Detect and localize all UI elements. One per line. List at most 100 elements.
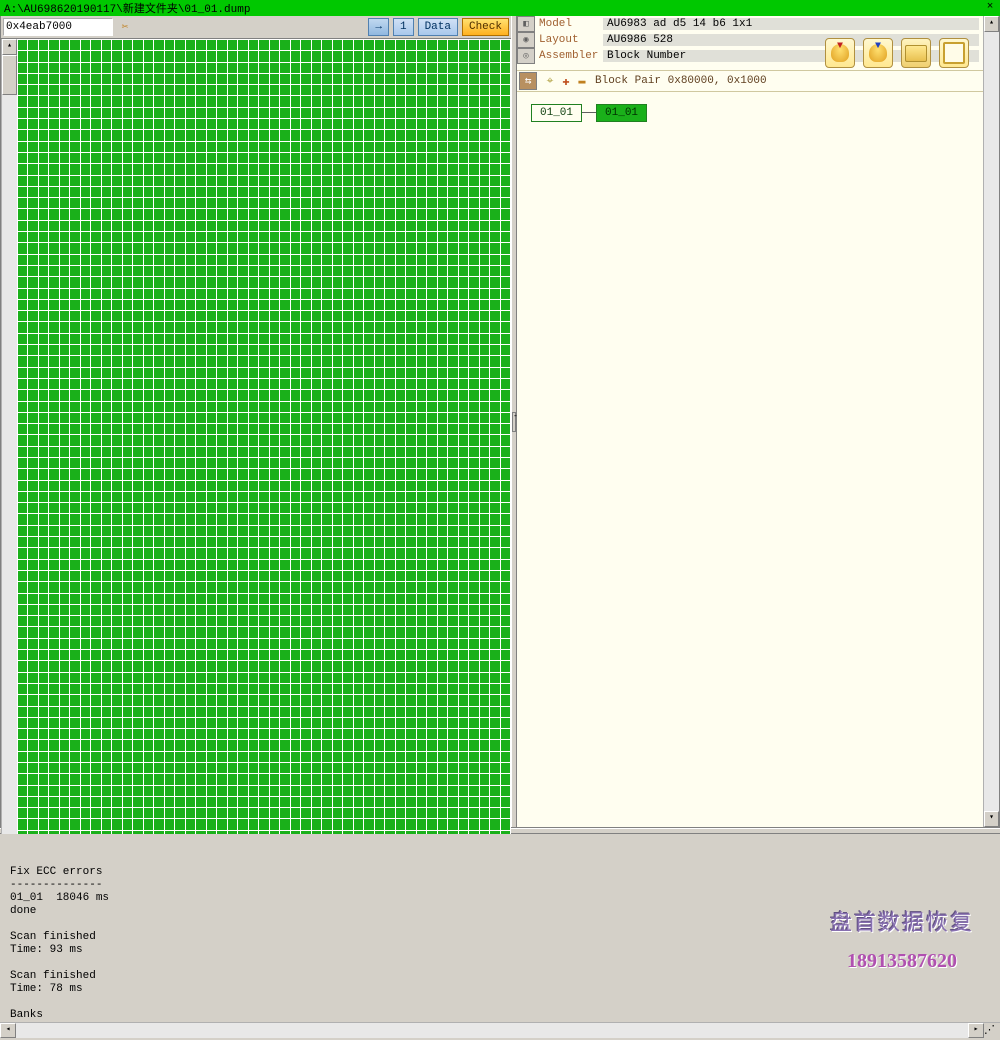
block-cell[interactable]: [291, 96, 300, 106]
block-cell[interactable]: [396, 390, 405, 400]
block-cell[interactable]: [39, 379, 48, 389]
block-cell[interactable]: [49, 514, 59, 524]
block-cell[interactable]: [396, 548, 405, 558]
block-cell[interactable]: [438, 819, 448, 829]
block-cell[interactable]: [249, 164, 258, 174]
block-cell[interactable]: [175, 469, 185, 479]
block-cell[interactable]: [438, 277, 448, 287]
block-cell[interactable]: [427, 537, 436, 547]
block-cell[interactable]: [270, 582, 279, 592]
block-cell[interactable]: [28, 605, 37, 615]
block-cell[interactable]: [18, 40, 27, 50]
block-cell[interactable]: [28, 481, 37, 491]
block-cell[interactable]: [102, 594, 111, 604]
block-cell[interactable]: [133, 255, 142, 265]
block-cell[interactable]: [354, 605, 363, 615]
block-cell[interactable]: [375, 108, 385, 118]
block-cell[interactable]: [133, 503, 142, 513]
block-cell[interactable]: [427, 277, 436, 287]
block-cell[interactable]: [60, 356, 69, 366]
block-cell[interactable]: [49, 650, 59, 660]
block-cell[interactable]: [91, 729, 100, 739]
block-cell[interactable]: [228, 808, 237, 818]
block-cell[interactable]: [49, 40, 59, 50]
block-cell[interactable]: [469, 153, 479, 163]
block-cell[interactable]: [133, 198, 142, 208]
block-cell[interactable]: [249, 390, 258, 400]
block-cell[interactable]: [112, 402, 122, 412]
block-cell[interactable]: [375, 786, 385, 796]
block-cell[interactable]: [144, 774, 154, 784]
block-cell[interactable]: [501, 322, 511, 332]
block-cell[interactable]: [249, 334, 258, 344]
block-cell[interactable]: [154, 594, 163, 604]
block-cell[interactable]: [133, 661, 142, 671]
block-cell[interactable]: [448, 526, 457, 536]
block-map[interactable]: [17, 39, 511, 899]
block-cell[interactable]: [438, 255, 448, 265]
block-cell[interactable]: [270, 356, 279, 366]
block-cell[interactable]: [417, 808, 426, 818]
block-cell[interactable]: [490, 594, 499, 604]
block-cell[interactable]: [280, 435, 290, 445]
block-cell[interactable]: [207, 752, 217, 762]
block-cell[interactable]: [165, 469, 174, 479]
block-cell[interactable]: [165, 774, 174, 784]
block-cell[interactable]: [207, 740, 217, 750]
block-cell[interactable]: [417, 639, 426, 649]
block-cell[interactable]: [70, 130, 79, 140]
block-cell[interactable]: [28, 413, 37, 423]
block-cell[interactable]: [312, 51, 322, 61]
block-cell[interactable]: [343, 221, 353, 231]
block-cell[interactable]: [102, 356, 111, 366]
block-cell[interactable]: [270, 526, 279, 536]
block-cell[interactable]: [60, 594, 69, 604]
block-cell[interactable]: [459, 650, 468, 660]
block-cell[interactable]: [301, 797, 310, 807]
block-cell[interactable]: [270, 379, 279, 389]
block-cell[interactable]: [39, 673, 48, 683]
block-cell[interactable]: [322, 413, 331, 423]
block-cell[interactable]: [154, 266, 163, 276]
block-cell[interactable]: [333, 526, 342, 536]
block-cell[interactable]: [480, 650, 489, 660]
block-cell[interactable]: [343, 537, 353, 547]
block-cell[interactable]: [375, 740, 385, 750]
block-cell[interactable]: [480, 582, 489, 592]
block-cell[interactable]: [91, 187, 100, 197]
block-cell[interactable]: [70, 379, 79, 389]
block-cell[interactable]: [165, 627, 174, 637]
block-cell[interactable]: [396, 108, 405, 118]
block-cell[interactable]: [196, 356, 205, 366]
block-cell[interactable]: [501, 300, 511, 310]
block-cell[interactable]: [343, 108, 353, 118]
block-cell[interactable]: [165, 243, 174, 253]
export-db-icon[interactable]: ▼: [863, 38, 893, 68]
block-cell[interactable]: [228, 345, 237, 355]
block-cell[interactable]: [301, 526, 310, 536]
block-cell[interactable]: [375, 164, 385, 174]
block-cell[interactable]: [91, 763, 100, 773]
block-cell[interactable]: [322, 650, 331, 660]
block-cell[interactable]: [18, 481, 27, 491]
block-cell[interactable]: [301, 639, 310, 649]
block-cell[interactable]: [81, 51, 91, 61]
block-cell[interactable]: [480, 605, 489, 615]
block-cell[interactable]: [438, 763, 448, 773]
assembler-icon[interactable]: ◎: [517, 48, 535, 64]
block-cell[interactable]: [490, 537, 499, 547]
block-cell[interactable]: [228, 63, 237, 73]
block-cell[interactable]: [501, 187, 511, 197]
block-cell[interactable]: [49, 153, 59, 163]
block-cell[interactable]: [238, 537, 248, 547]
block-cell[interactable]: [154, 300, 163, 310]
block-cell[interactable]: [385, 289, 394, 299]
block-cell[interactable]: [217, 289, 226, 299]
block-cell[interactable]: [102, 402, 111, 412]
block-cell[interactable]: [490, 198, 499, 208]
block-cell[interactable]: [312, 198, 322, 208]
block-cell[interactable]: [165, 650, 174, 660]
block-cell[interactable]: [280, 582, 290, 592]
block-cell[interactable]: [238, 209, 248, 219]
block-cell[interactable]: [259, 616, 268, 626]
